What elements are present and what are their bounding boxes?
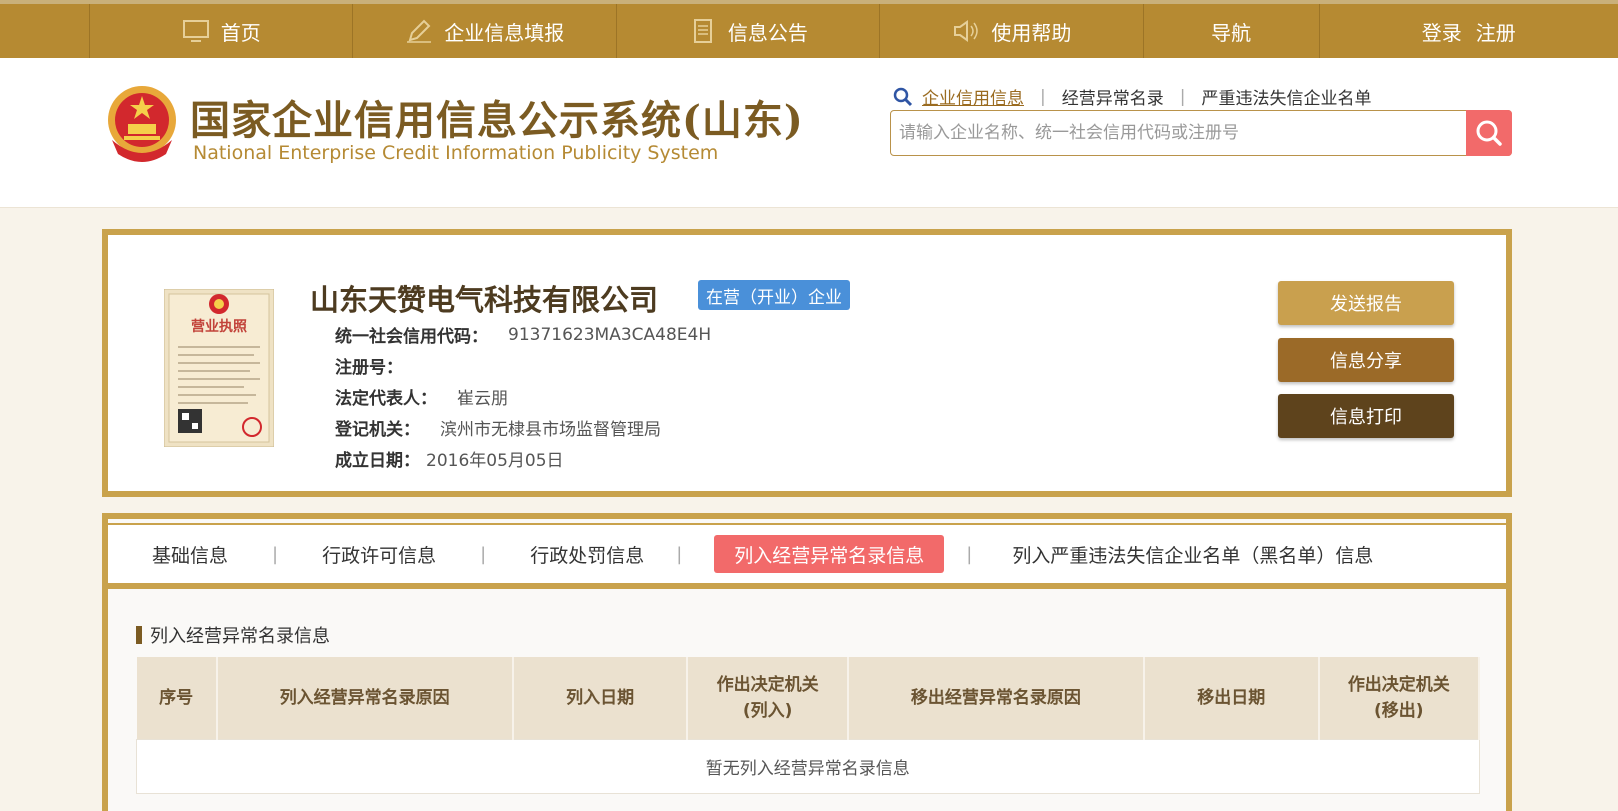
column-header-remove-reason: 移出经营异常名录原因 xyxy=(847,657,1145,739)
section-heading: 列入经营异常名录信息 xyxy=(136,622,330,648)
nav-home[interactable]: 首页 xyxy=(90,4,354,58)
tab-separator: | xyxy=(480,543,487,565)
nav-enterprise-report-label: 企业信息填报 xyxy=(444,20,565,45)
company-info-card: 营业执照 山东天赞电气科技有限公司 在营（开业）企业 统一社会信用代码： 913… xyxy=(102,229,1512,497)
register-link[interactable]: 注册 xyxy=(1476,17,1516,46)
site-subtitle: National Enterprise Credit Information P… xyxy=(193,142,719,164)
top-navigation: 首页 企业信息填报 信息公告 使用帮助 导航 登录 注册 xyxy=(0,0,1618,58)
founded-label: 成立日期： xyxy=(335,451,420,471)
tab-separator: | xyxy=(676,543,683,565)
business-license-image[interactable]: 营业执照 xyxy=(164,289,274,447)
abnormal-list-table: 序号 列入经营异常名录原因 列入日期 作出决定机关 (列入) 移出经营异常名录原… xyxy=(136,657,1481,794)
company-details: 统一社会信用代码： 91371623MA3CA48E4H 注册号： 法定代表人：… xyxy=(335,319,711,474)
site-title: 国家企业信用信息公示系统(山东) xyxy=(190,97,804,144)
info-tabs: 基础信息 | 行政许可信息 | 行政处罚信息 | 列入经营异常名录信息 | 列入… xyxy=(108,523,1506,589)
detail-founded: 成立日期： 2016年05月05日 xyxy=(335,443,711,474)
nav-enterprise-report[interactable]: 企业信息填报 xyxy=(353,4,617,58)
nav-navigation-label: 导航 xyxy=(1211,20,1252,45)
tab-admin-license[interactable]: 行政许可信息 xyxy=(322,535,436,573)
monitor-icon xyxy=(182,20,209,42)
column-header-remove-date: 移出日期 xyxy=(1143,657,1320,739)
tab-basic-info[interactable]: 基础信息 xyxy=(152,535,228,573)
table-header-row: 序号 列入经营异常名录原因 列入日期 作出决定机关 (列入) 移出经营异常名录原… xyxy=(136,657,1481,739)
reg-no-label: 注册号： xyxy=(335,358,403,378)
link-separator: | xyxy=(1179,86,1186,107)
legal-rep-value: 崔云朋 xyxy=(457,389,508,409)
credit-code-label: 统一社会信用代码： xyxy=(335,327,488,347)
search-input[interactable] xyxy=(899,111,1459,155)
nav-spacer xyxy=(0,4,90,58)
tab-blacklist[interactable]: 列入严重违法失信企业名单（黑名单）信息 xyxy=(1012,535,1373,573)
login-link[interactable]: 登录 xyxy=(1422,17,1462,46)
empty-table-message: 暂无列入经营异常名录信息 xyxy=(136,738,1480,794)
tab-admin-penalty[interactable]: 行政处罚信息 xyxy=(530,535,644,573)
nav-account: 登录 注册 xyxy=(1320,4,1618,58)
search-button[interactable] xyxy=(1466,110,1512,156)
detail-authority: 登记机关： 滨州市无棣县市场监督管理局 xyxy=(335,412,711,443)
document-icon xyxy=(693,19,712,43)
tab-abnormal-list[interactable]: 列入经营异常名录信息 xyxy=(714,535,945,573)
authority-label: 登记机关： xyxy=(335,420,420,440)
legal-rep-label: 法定代表人： xyxy=(335,389,437,409)
authority-value: 滨州市无棣县市场监督管理局 xyxy=(440,420,661,440)
tab-separator: | xyxy=(272,543,279,565)
send-report-button[interactable]: 发送报告 xyxy=(1278,281,1454,325)
section-title: 列入经营异常名录信息 xyxy=(150,626,330,647)
license-title: 营业执照 xyxy=(191,318,247,335)
search-box xyxy=(890,110,1512,156)
share-info-button[interactable]: 信息分享 xyxy=(1278,338,1454,382)
company-name: 山东天赞电气科技有限公司 xyxy=(310,283,659,317)
link-separator: | xyxy=(1040,86,1046,107)
credit-code-value: 91371623MA3CA48E4H xyxy=(508,324,712,345)
pen-icon xyxy=(407,19,432,43)
column-header-index: 序号 xyxy=(136,657,218,739)
nav-home-label: 首页 xyxy=(220,20,261,45)
column-header-remove-authority: 作出决定机关 (移出) xyxy=(1318,657,1481,739)
search-link-credit-info[interactable]: 企业信用信息 xyxy=(922,84,1024,109)
table-row: 暂无列入经营异常名录信息 xyxy=(136,738,1480,794)
nav-announcements[interactable]: 信息公告 xyxy=(617,4,881,58)
founded-value: 2016年05月05日 xyxy=(426,451,564,471)
column-header-list-reason: 列入经营异常名录原因 xyxy=(216,657,514,739)
nav-help[interactable]: 使用帮助 xyxy=(880,4,1144,58)
detail-reg-no: 注册号： xyxy=(335,350,711,381)
search-type-links: 企业信用信息 | 经营异常名录 | 严重违法失信企业名单 xyxy=(892,84,1371,109)
search-icon xyxy=(1476,120,1502,146)
print-info-button[interactable]: 信息打印 xyxy=(1278,394,1454,438)
detail-legal-rep: 法定代表人： 崔云朋 xyxy=(335,381,711,412)
national-emblem-icon xyxy=(108,86,176,162)
search-link-blacklist[interactable]: 严重违法失信企业名单 xyxy=(1201,84,1371,109)
nav-navigation[interactable]: 导航 xyxy=(1144,4,1320,58)
status-badge: 在营（开业）企业 xyxy=(698,280,850,310)
info-panel: 基础信息 | 行政许可信息 | 行政处罚信息 | 列入经营异常名录信息 | 列入… xyxy=(102,513,1512,811)
section-marker xyxy=(136,626,142,644)
site-header: 国家企业信用信息公示系统(山东) National Enterprise Cre… xyxy=(0,58,1618,208)
magnifier-icon xyxy=(893,87,913,106)
nav-announcements-label: 信息公告 xyxy=(727,20,808,45)
company-card-inner: 营业执照 山东天赞电气科技有限公司 在营（开业）企业 统一社会信用代码： 913… xyxy=(108,235,1506,491)
column-header-list-date: 列入日期 xyxy=(512,657,689,739)
tab-separator: | xyxy=(966,543,973,565)
detail-credit-code: 统一社会信用代码： 91371623MA3CA48E4H xyxy=(335,319,711,350)
speaker-icon xyxy=(954,20,979,42)
column-header-list-authority: 作出决定机关 (列入) xyxy=(687,657,849,739)
search-link-abnormal-list[interactable]: 经营异常名录 xyxy=(1062,84,1164,109)
nav-help-label: 使用帮助 xyxy=(991,20,1072,45)
